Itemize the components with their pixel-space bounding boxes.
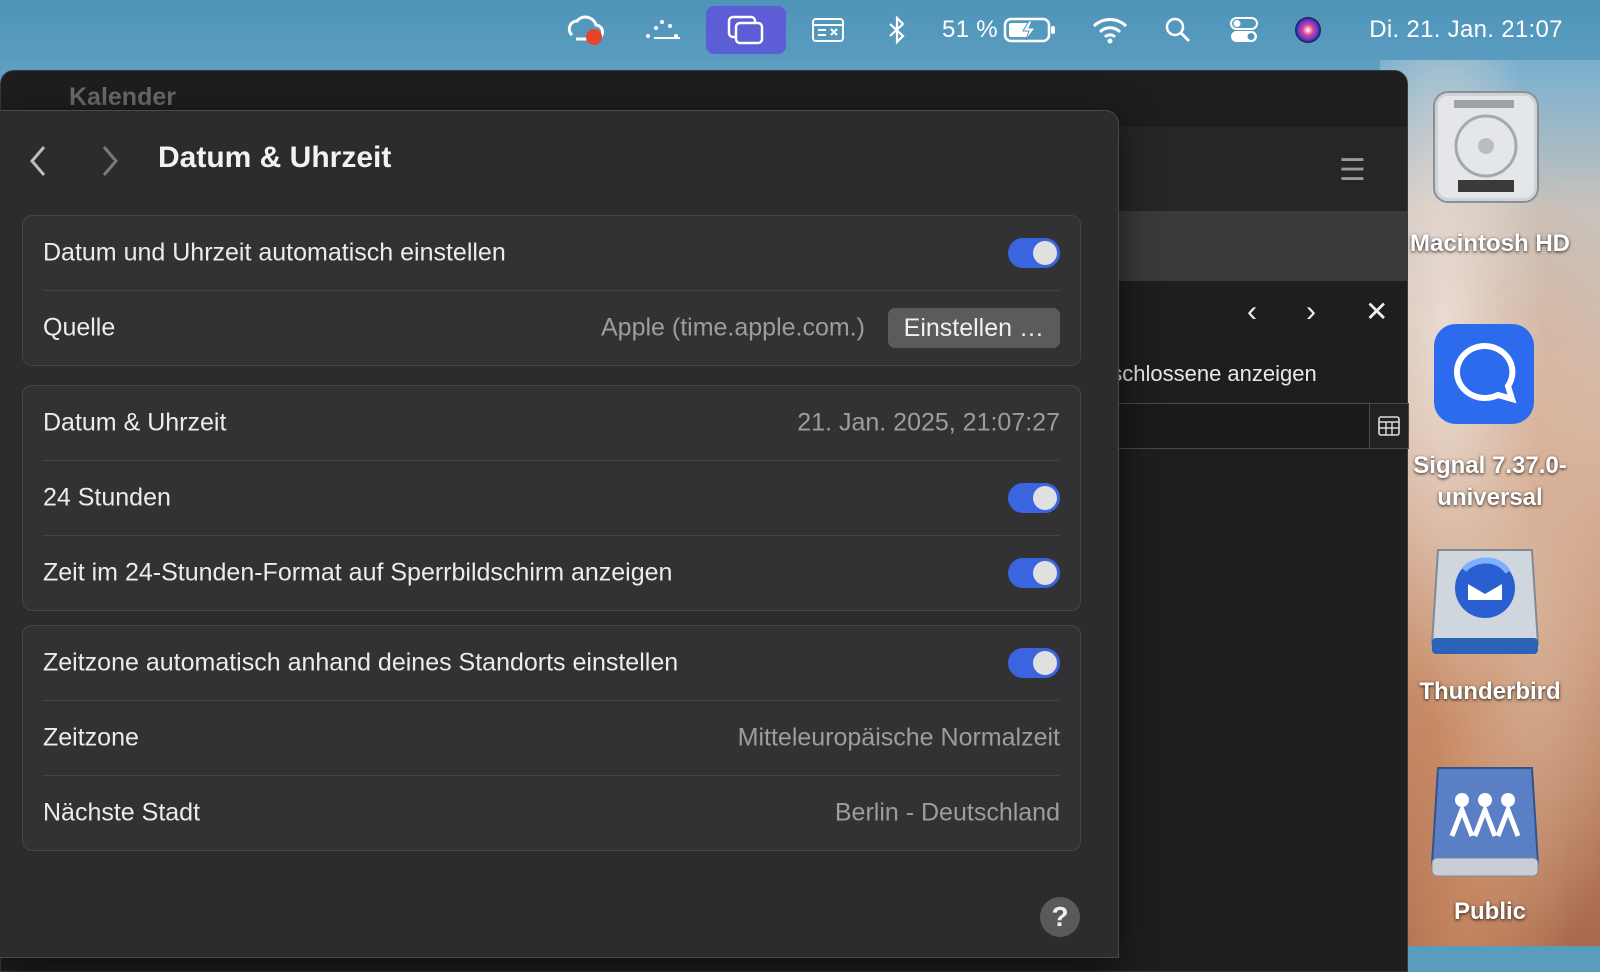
menubar-clock[interactable]: Di. 21. Jan. 21:07: [1346, 0, 1586, 60]
back-button[interactable]: [18, 141, 58, 181]
next-result-icon[interactable]: ›: [1306, 295, 1316, 329]
signal-app-icon[interactable]: [1432, 322, 1536, 426]
calendar-table-icon[interactable]: [1369, 403, 1409, 449]
datetime-label: Datum & Uhrzeit: [43, 408, 227, 437]
source-label: Quelle: [43, 313, 116, 342]
set-source-button[interactable]: Einstellen …: [887, 308, 1060, 348]
spotlight-search-icon[interactable]: [1160, 0, 1196, 60]
tz-auto-toggle[interactable]: [1008, 648, 1060, 678]
tz-auto-row: Zeitzone automatisch anhand deines Stand…: [43, 626, 1060, 701]
kalender-header-band: [1099, 211, 1407, 281]
auto-set-row: Datum und Uhrzeit automatisch einstellen: [43, 216, 1060, 291]
desktop-item-thunderbird-label[interactable]: Thunderbird: [1380, 676, 1600, 708]
battery-percent: 51 %: [942, 16, 998, 43]
desktop-item-signal-label[interactable]: Signal 7.37.0- universal: [1380, 450, 1600, 514]
desktop-item-public-label[interactable]: Public: [1380, 896, 1600, 928]
kalender-window-title: Kalender: [69, 83, 176, 111]
kalender-filter-field[interactable]: [1099, 403, 1370, 449]
h24-label: 24 Stunden: [43, 483, 171, 512]
h24-toggle[interactable]: [1008, 483, 1060, 513]
page-title: Datum & Uhrzeit: [158, 141, 392, 174]
h24-row: 24 Stunden: [43, 461, 1060, 536]
source-row: Quelle Apple (time.apple.com.) Einstelle…: [43, 291, 1060, 365]
keyboard-viewer-icon[interactable]: [808, 0, 848, 60]
date-time-settings-panel: Datum & Uhrzeit Datum und Uhrzeit automa…: [0, 110, 1119, 958]
source-value: Apple (time.apple.com.): [600, 313, 865, 342]
timezone-group: Zeitzone automatisch anhand deines Stand…: [22, 625, 1081, 851]
sidebar-menu-icon[interactable]: ☰: [1339, 153, 1366, 188]
control-center-icon[interactable]: [1224, 0, 1264, 60]
datetime-value[interactable]: 21. Jan. 2025, 21:07:27: [797, 409, 1060, 438]
show-completed-fragment[interactable]: eschlossene anzeigen: [1099, 361, 1317, 387]
forward-button[interactable]: [90, 141, 130, 181]
public-folder-icon[interactable]: [1428, 764, 1542, 882]
window-switcher-icon[interactable]: [706, 6, 786, 54]
time-format-group: Datum & Uhrzeit 21. Jan. 2025, 21:07:27 …: [22, 385, 1081, 611]
menu-bar: 51 % Di. 21. Jan. 21:07: [0, 0, 1600, 60]
help-button[interactable]: ?: [1040, 897, 1080, 937]
lockscreen-24h-label: Zeit im 24-Stunden-Format auf Sperrbilds…: [43, 558, 673, 587]
city-label: Nächste Stadt: [43, 798, 201, 827]
tz-auto-label: Zeitzone automatisch anhand deines Stand…: [43, 648, 679, 677]
battery-charging-icon[interactable]: [1002, 0, 1058, 60]
datetime-row: Datum & Uhrzeit 21. Jan. 2025, 21:07:27: [43, 386, 1060, 461]
city-value: Berlin - Deutschland: [834, 798, 1060, 827]
auto-set-toggle[interactable]: [1008, 238, 1060, 268]
auto-time-group: Datum und Uhrzeit automatisch einstellen…: [22, 215, 1081, 366]
lockscreen-24h-row: Zeit im 24-Stunden-Format auf Sperrbilds…: [43, 536, 1060, 610]
signal-label-line2: universal: [1437, 484, 1543, 511]
city-row: Nächste Stadt Berlin - Deutschland: [43, 776, 1060, 850]
stage-manager-dots-icon[interactable]: [640, 0, 684, 60]
siri-icon[interactable]: [1290, 0, 1326, 60]
lockscreen-24h-toggle[interactable]: [1008, 558, 1060, 588]
wifi-icon[interactable]: [1090, 0, 1130, 60]
creative-cloud-icon[interactable]: [560, 0, 610, 60]
close-search-icon[interactable]: ✕: [1365, 295, 1388, 328]
hard-drive-icon[interactable]: [1428, 86, 1544, 208]
timezone-row: Zeitzone Mitteleuropäische Normalzeit: [43, 701, 1060, 776]
signal-label-line1: Signal 7.37.0-: [1413, 452, 1567, 479]
auto-set-label: Datum und Uhrzeit automatisch einstellen: [43, 238, 506, 267]
thunderbird-disk-icon[interactable]: [1428, 540, 1542, 658]
bluetooth-icon[interactable]: [880, 0, 914, 60]
timezone-value: Mitteleuropäische Normalzeit: [737, 723, 1060, 752]
previous-result-icon[interactable]: ‹: [1247, 295, 1257, 329]
timezone-label: Zeitzone: [43, 723, 139, 752]
desktop-item-macintosh-hd-label[interactable]: Macintosh HD: [1380, 228, 1600, 260]
